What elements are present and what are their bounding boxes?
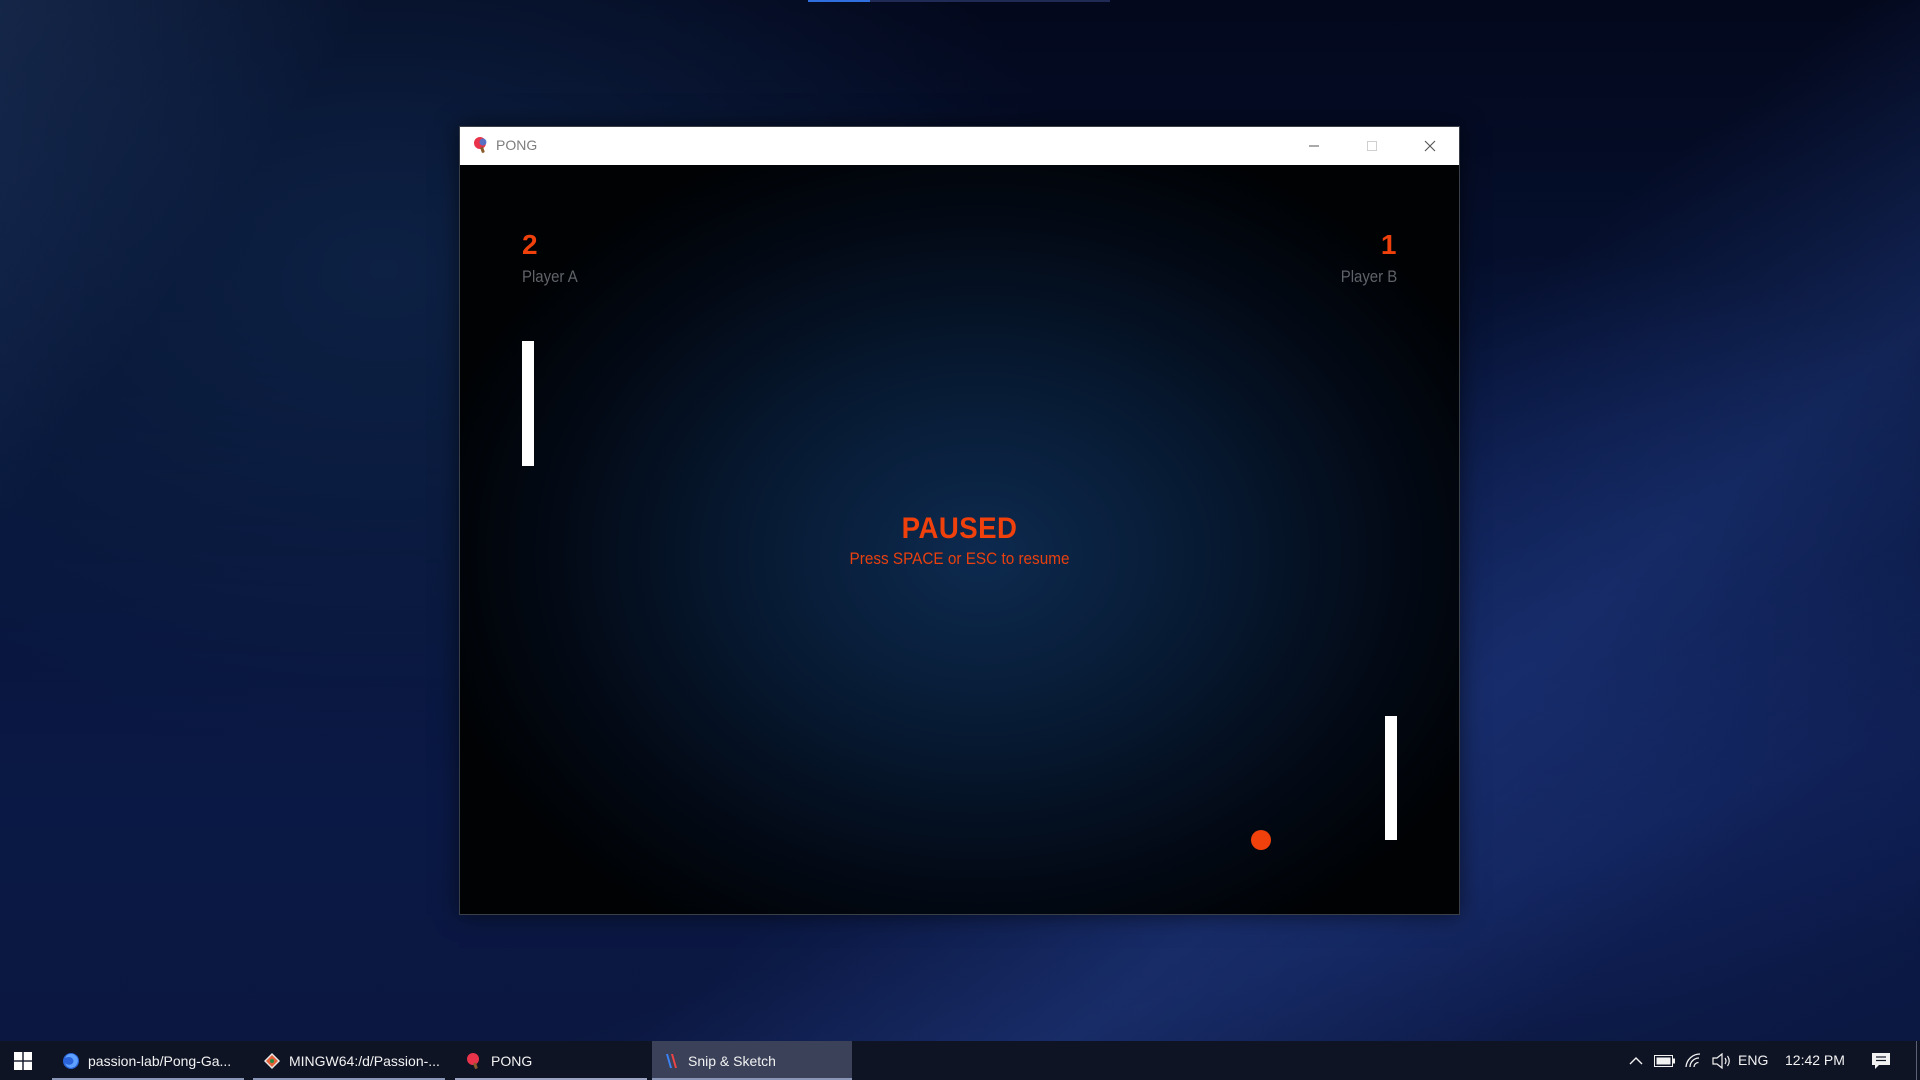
top-edge-accent [808, 0, 870, 2]
player-a-paddle [522, 341, 534, 466]
player-a-label: Player A [522, 267, 578, 286]
pause-hint: Press SPACE or ESC to resume [849, 549, 1070, 568]
ping-pong-paddle-icon [474, 137, 487, 153]
show-hidden-icons-button[interactable] [1628, 1051, 1644, 1071]
taskbar-item-label: MINGW64:/d/Passion-... [289, 1052, 440, 1069]
window-title: PONG [496, 137, 538, 153]
taskbar-item-label: PONG [491, 1052, 533, 1069]
title-bar[interactable]: PONG [460, 127, 1459, 165]
chevron-up-icon [1629, 1057, 1643, 1065]
speaker-icon [1712, 1053, 1730, 1069]
battery-button[interactable] [1654, 1051, 1676, 1071]
taskbar-item-mingw[interactable]: MINGW64:/d/Passion-... [253, 1041, 445, 1080]
minimize-icon [1309, 145, 1319, 147]
taskbar-item-label: passion-lab/Pong-Ga... [88, 1052, 232, 1069]
network-button[interactable] [1684, 1051, 1704, 1071]
taskbar-item-label: Snip & Sketch [688, 1052, 776, 1069]
windows-logo-icon [14, 1051, 32, 1070]
pause-title: PAUSED [901, 512, 1018, 545]
ball [1251, 830, 1271, 850]
git-bash-icon [264, 1052, 280, 1069]
snip-sketch-icon [666, 1053, 677, 1068]
wifi-icon [1685, 1053, 1701, 1068]
start-button[interactable] [0, 1041, 46, 1080]
maximize-icon [1367, 141, 1377, 151]
close-button[interactable] [1401, 127, 1459, 165]
action-center-button[interactable] [1870, 1051, 1892, 1071]
player-b-paddle [1385, 716, 1397, 840]
input-language[interactable]: ENG [1738, 1052, 1768, 1068]
show-desktop-button[interactable] [1916, 1041, 1920, 1080]
taskbar: passion-lab/Pong-Ga... MINGW64:/d/Passio… [0, 1041, 1920, 1080]
game-canvas[interactable]: 2 Player A 1 Player B PAUSED Press SPACE… [460, 165, 1459, 914]
taskbar-item-firefox[interactable]: passion-lab/Pong-Ga... [52, 1041, 244, 1080]
taskbar-item-snip-sketch[interactable]: Snip & Sketch [652, 1041, 852, 1080]
player-b-label: Player B [1340, 267, 1397, 286]
firefox-icon [63, 1052, 79, 1069]
player-a-score: 2 [522, 229, 539, 260]
maximize-button[interactable] [1343, 127, 1401, 165]
clock[interactable]: 12:42 PM [1785, 1052, 1845, 1068]
ping-pong-paddle-icon [467, 1052, 479, 1069]
taskbar-item-pong[interactable]: PONG [455, 1041, 647, 1080]
minimize-button[interactable] [1285, 127, 1343, 165]
close-icon [1424, 140, 1436, 152]
player-b-score: 1 [1380, 229, 1397, 260]
battery-icon [1654, 1055, 1675, 1067]
pong-window: PONG 2 Player A 1 Player B PAUSED Press … [459, 126, 1460, 915]
volume-button[interactable] [1712, 1051, 1732, 1071]
notification-icon [1872, 1053, 1890, 1069]
